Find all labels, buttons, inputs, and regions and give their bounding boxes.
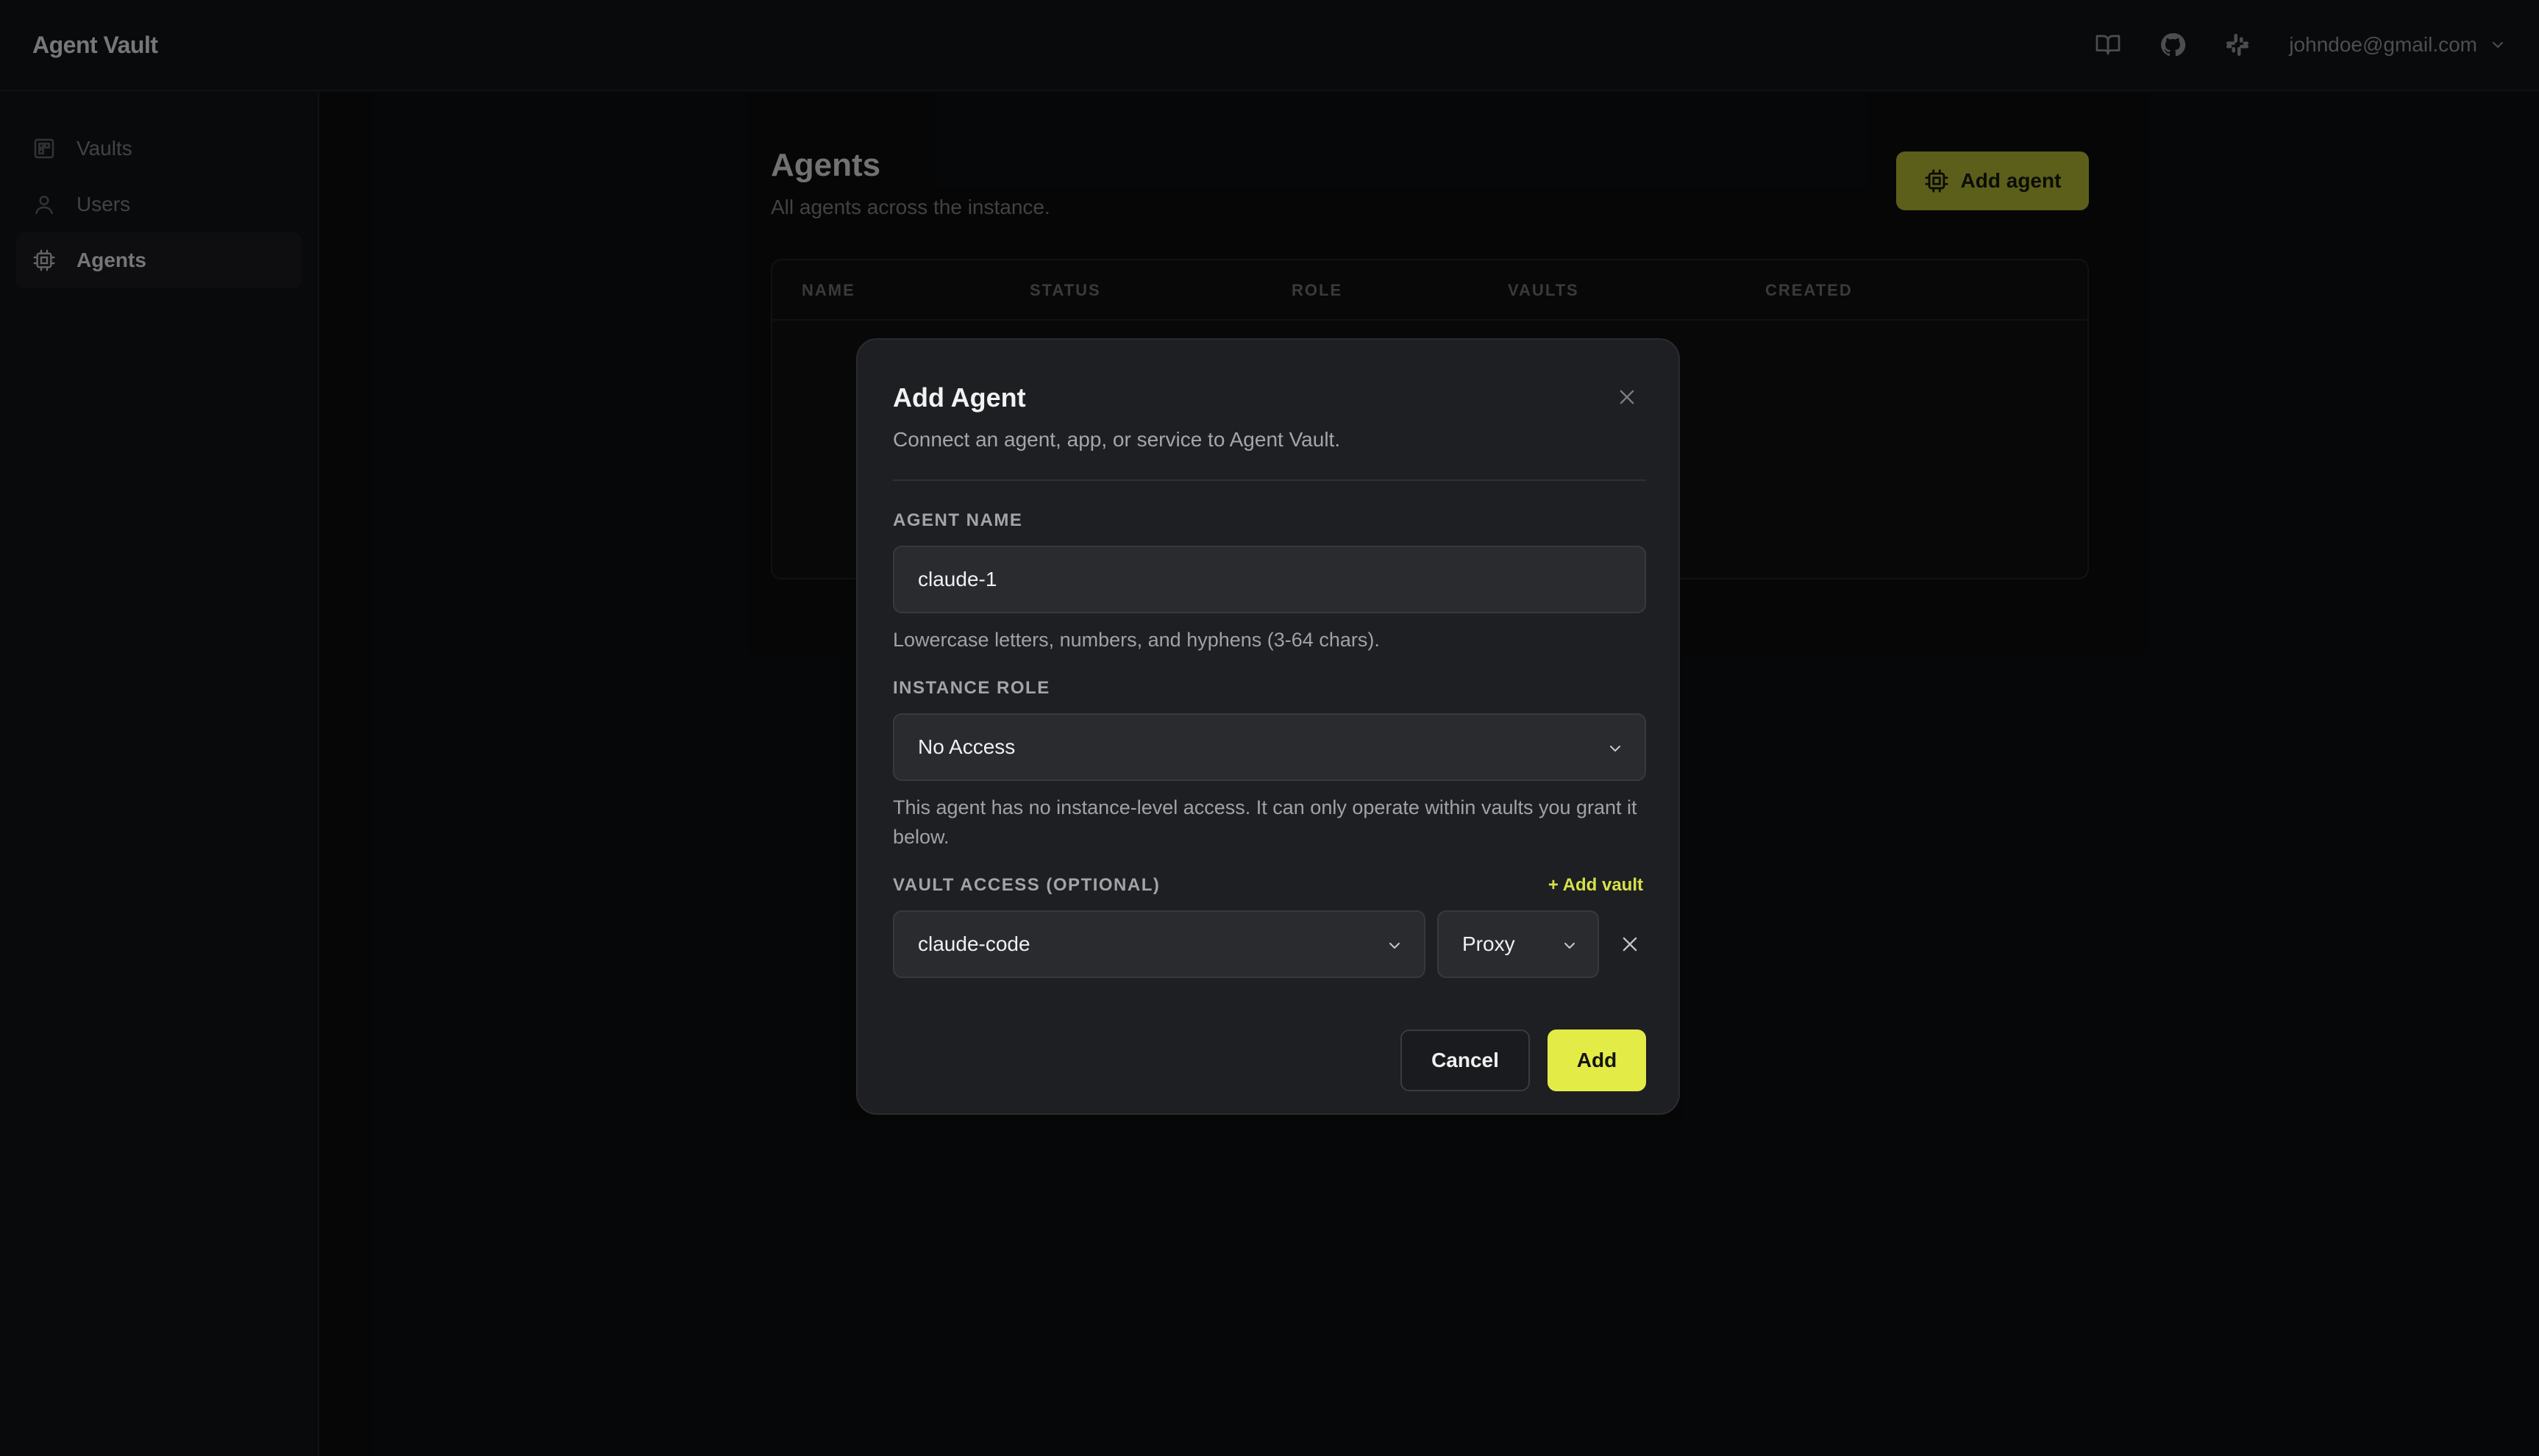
agent-name-value: claude-1 [918,568,997,590]
add-vault-link[interactable]: + Add vault [1548,875,1643,896]
instance-role-value: No Access [918,735,1016,758]
modal-subtitle: Connect an agent, app, or service to Age… [893,428,1341,451]
chevron-down-icon [1389,943,1400,949]
chevron-down-icon [1564,943,1575,949]
vault-select[interactable]: claude-code [893,910,1425,978]
chevron-down-icon [1610,746,1620,752]
vault-access-label: VAULT ACCESS (OPTIONAL) [893,875,1161,895]
agent-name-label: AGENT NAME [893,510,1023,530]
app-root: Agent Vault johndoe@gmail.com Vaults Use… [0,0,2539,1456]
close-icon[interactable] [1617,387,1637,407]
modal-title: Add Agent [893,382,1026,413]
cancel-button[interactable]: Cancel [1400,1029,1530,1091]
agent-name-input[interactable]: claude-1 [893,546,1646,613]
modal-divider [893,479,1646,481]
vault-permission-select[interactable]: Proxy [1437,910,1599,978]
instance-role-select[interactable]: No Access [893,713,1646,781]
remove-vault-icon[interactable] [1620,934,1640,954]
instance-role-hint: This agent has no instance-level access.… [893,796,1637,848]
vault-permission-value: Proxy [1462,932,1515,955]
agent-name-hint: Lowercase letters, numbers, and hyphens … [893,629,1380,651]
instance-role-label: INSTANCE ROLE [893,678,1050,698]
add-button[interactable]: Add [1548,1029,1646,1091]
add-agent-modal: Add Agent Connect an agent, app, or serv… [856,338,1680,1115]
vault-select-value: claude-code [918,932,1030,955]
